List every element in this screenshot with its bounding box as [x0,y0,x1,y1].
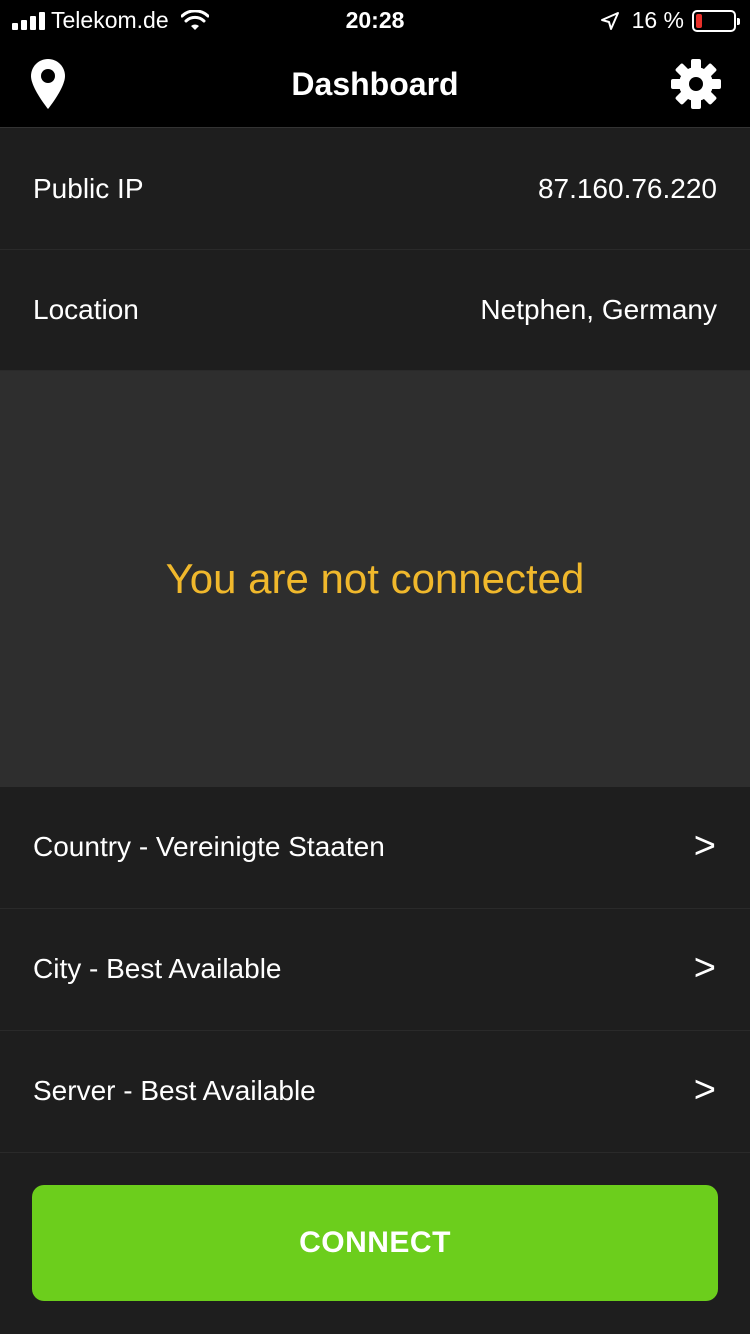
location-arrow-icon [600,11,619,30]
chevron-right-icon: > [693,1069,716,1111]
battery-level [696,13,702,28]
status-bar: Telekom.de 20:28 16 % [0,0,750,40]
connection-status-panel: You are not connected [0,371,750,787]
country-selector-label: Country - Vereinigte Staaten [33,831,385,862]
battery-percent: 16 % [631,7,684,33]
city-selector-label: City - Best Available [33,953,282,984]
location-value: Netphen, Germany [480,294,717,325]
public-ip-row: Public IP 87.160.76.220 [0,129,750,250]
chevron-right-icon: > [693,825,716,867]
location-row: Location Netphen, Germany [0,250,750,371]
battery-icon [692,9,740,32]
chevron-right-icon: > [693,947,716,989]
gear-icon [671,59,721,109]
country-selector[interactable]: Country - Vereinigte Staaten > [0,787,750,909]
city-selector[interactable]: City - Best Available > [0,909,750,1031]
status-right: 16 % [600,7,740,34]
page-title: Dashboard [291,66,459,102]
public-ip-value: 87.160.76.220 [537,173,717,204]
server-selector-label: Server - Best Available [33,1075,316,1106]
connect-button[interactable]: CONNECT [32,1185,718,1301]
location-label: Location [33,294,139,325]
dashboard-screen: Telekom.de 20:28 16 % Dashboard Public I… [0,0,750,1334]
nav-bar: Dashboard [0,40,750,128]
server-selector[interactable]: Server - Best Available > [0,1031,750,1153]
public-ip-label: Public IP [33,173,144,204]
settings-button[interactable] [668,56,724,112]
connection-status-text: You are not connected [165,555,585,602]
